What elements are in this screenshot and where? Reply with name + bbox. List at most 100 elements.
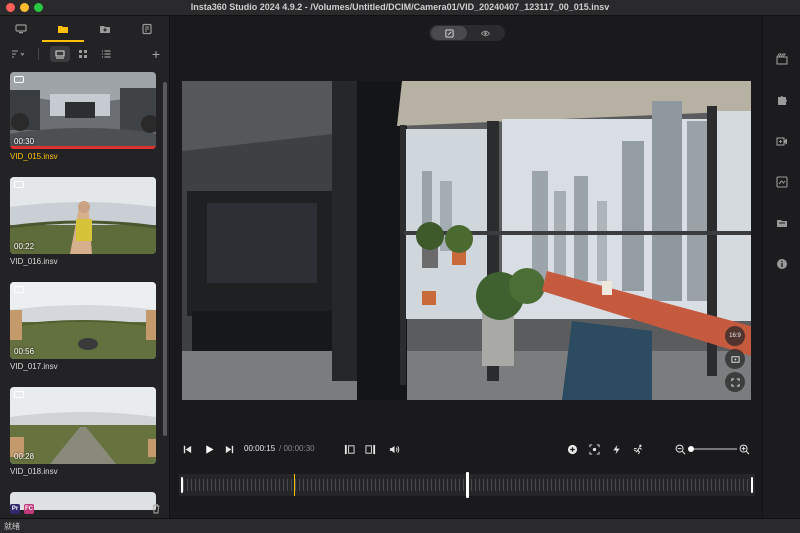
speed-ramp-button[interactable] (609, 442, 623, 456)
media-item[interactable]: 00:56 VID_017.insv (10, 282, 156, 372)
video-plus-icon (776, 137, 787, 146)
media-duration: 00:56 (14, 347, 35, 356)
mode-toggle (429, 25, 505, 41)
preview-eye-icon (480, 30, 490, 36)
folder-stack-icon (777, 220, 787, 227)
right-tool-panel (762, 16, 800, 518)
volume-icon (389, 445, 399, 453)
timeline-zoom-slider[interactable] (691, 448, 737, 450)
trim-start-button[interactable] (343, 442, 355, 456)
sort-button[interactable] (8, 46, 28, 62)
tab-projects[interactable] (126, 16, 168, 42)
media-filename: VID_018.insv (10, 467, 58, 476)
preview-frame-image (182, 81, 751, 400)
info-icon (777, 259, 787, 269)
snapshot-button[interactable] (725, 349, 745, 369)
plugins-button[interactable] (775, 93, 789, 107)
trim-end-button[interactable] (364, 442, 376, 456)
trim-start-icon (344, 444, 355, 454)
lightning-icon (612, 444, 620, 454)
large-thumbnail-view-button[interactable] (50, 46, 70, 62)
total-time: / 00:00:30 (279, 444, 315, 453)
trim-out-handle[interactable] (751, 477, 753, 493)
media-thumbnail: 00:30 (10, 72, 156, 149)
folder-icon (58, 26, 68, 33)
current-time: 00:00:15 (244, 444, 276, 453)
trash-icon[interactable] (150, 503, 162, 515)
add-circle-icon (567, 444, 577, 454)
media-filename: VID_015.insv (10, 152, 58, 161)
media-filename: VID_016.insv (10, 257, 58, 266)
media-item[interactable]: 00:28 VID_018.insv (10, 387, 156, 477)
trim-in-handle[interactable] (181, 477, 183, 493)
premiere-plugin-icon[interactable]: Pr (10, 504, 20, 514)
list-view-icon (102, 50, 111, 58)
playback-controls: 00:00:15 / 00:00:30 (171, 440, 761, 458)
skip-forward-icon (225, 445, 233, 453)
status-bar: 就绪 (0, 518, 800, 533)
target-tracking-icon (588, 443, 600, 455)
import-folder-icon (100, 26, 110, 33)
play-button[interactable] (202, 442, 216, 456)
templates-button[interactable] (775, 216, 789, 230)
grid-view-button[interactable] (74, 46, 92, 62)
info-button[interactable] (775, 257, 789, 271)
sort-icon (12, 50, 25, 58)
next-frame-button[interactable] (223, 442, 235, 456)
motion-effect-button[interactable] (631, 442, 645, 456)
timeline-zoom-handle[interactable] (688, 446, 694, 452)
monitor-icon (15, 24, 27, 34)
sidebar-footer: Pr FC (0, 502, 170, 518)
window-title: Insta360 Studio 2024 4.9.2 - /Volumes/Un… (190, 2, 610, 12)
video-effects-button[interactable] (775, 134, 789, 148)
camera-motion-button[interactable] (775, 52, 789, 66)
clapper-icon (776, 53, 788, 65)
play-icon (205, 444, 214, 454)
preview-mode-button[interactable] (467, 26, 503, 40)
aspect-ratio-button[interactable]: 16:9 (725, 326, 745, 346)
list-view-button[interactable] (97, 46, 115, 62)
media-sidebar: + 00:30 VID_015.insv 00:22 VID_016.insv … (0, 16, 170, 518)
status-text: 就绪 (4, 522, 20, 531)
final-cut-plugin-icon[interactable]: FC (24, 504, 34, 514)
360-badge-icon (14, 76, 24, 83)
add-keyframe-button[interactable] (565, 442, 579, 456)
playhead[interactable] (466, 472, 469, 498)
skip-back-icon (183, 445, 191, 453)
tab-device[interactable] (0, 16, 42, 42)
title-bar: Insta360 Studio 2024 4.9.2 - /Volumes/Un… (0, 0, 800, 16)
zoom-in-button[interactable] (738, 442, 750, 456)
video-preview[interactable]: 16:9 (182, 81, 751, 400)
volume-button[interactable] (387, 442, 401, 456)
project-list-icon (142, 23, 152, 35)
editor-main: 16:9 00:00:15 / 00:00:30 (171, 16, 761, 518)
edit-icon (444, 28, 454, 38)
timeline-track[interactable] (179, 472, 755, 498)
edit-mode-button[interactable] (431, 26, 467, 40)
zoom-out-button[interactable] (674, 442, 686, 456)
sidebar-tabs (0, 16, 170, 42)
tab-import-folder[interactable] (84, 16, 126, 42)
image-adjust-icon (776, 176, 788, 188)
file-list-scroll-thumb[interactable] (163, 82, 167, 436)
media-duration: 00:30 (14, 137, 35, 146)
toolbar-divider (38, 48, 39, 60)
tab-local-files[interactable] (42, 16, 84, 42)
color-adjust-button[interactable] (775, 175, 789, 189)
media-thumbnail: 00:28 (10, 387, 156, 464)
puzzle-piece-icon (778, 96, 787, 105)
media-thumbnail: 00:22 (10, 177, 156, 254)
fullscreen-button[interactable] (725, 372, 745, 392)
timeline-marker[interactable] (294, 474, 295, 496)
360-badge-icon (14, 181, 24, 188)
large-thumbnail-icon (55, 50, 65, 59)
fullscreen-icon (730, 377, 740, 387)
deep-track-button[interactable] (587, 442, 601, 456)
media-item[interactable]: 00:22 VID_016.insv (10, 177, 156, 267)
media-thumbnail: 00:56 (10, 282, 156, 359)
media-duration: 00:22 (14, 242, 35, 251)
media-file-list: 00:30 VID_015.insv 00:22 VID_016.insv 00… (0, 72, 162, 510)
previous-frame-button[interactable] (181, 442, 193, 456)
media-item[interactable]: 00:30 VID_015.insv (10, 72, 156, 162)
add-media-button[interactable]: + (149, 45, 163, 63)
